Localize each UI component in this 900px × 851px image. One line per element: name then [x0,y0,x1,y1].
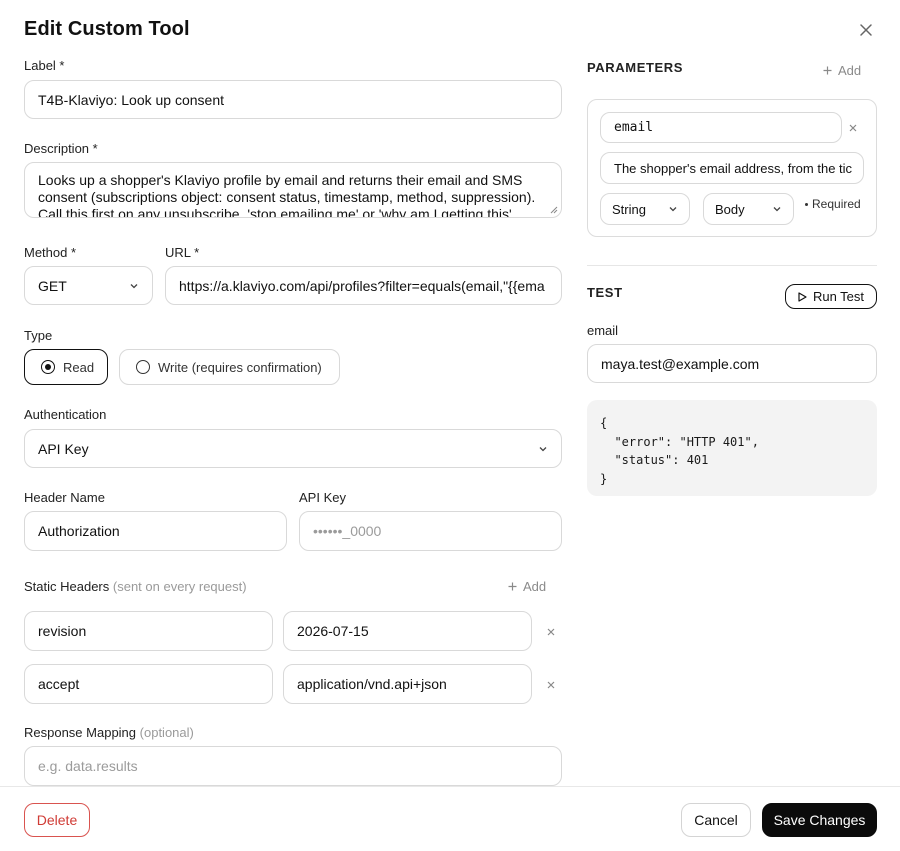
url-input[interactable]: https://a.klaviyo.com/api/profiles?filte… [165,266,562,305]
dialog-title: Edit Custom Tool [24,18,190,40]
type-option-read[interactable]: Read [24,349,108,385]
test-email-field-label: email [587,323,619,338]
test-heading: TEST [587,285,623,300]
radio-selected-icon [41,360,55,374]
plus-icon [823,66,832,75]
parameter-name-input[interactable]: email [600,112,842,143]
url-field-label: URL * [165,245,200,260]
method-select[interactable]: GET [24,266,153,305]
run-test-button[interactable]: Run Test [785,284,877,309]
parameter-required-label: Required [812,197,861,211]
response-mapping-input[interactable]: e.g. data.results [24,746,562,786]
parameter-required-toggle[interactable]: Required [805,197,861,211]
parameter-type-select[interactable]: String [600,193,690,225]
chevron-down-icon [773,207,781,212]
radio-unselected-icon [136,360,150,374]
label-field-label: Label * [24,58,65,73]
remove-icon[interactable] [544,678,558,692]
static-headers-label: Static Headers [24,579,110,594]
play-icon [798,291,807,302]
type-option-write[interactable]: Write (requires confirmation) [119,349,340,385]
add-parameter-label: Add [838,63,862,78]
resize-grip-icon[interactable] [549,205,558,214]
add-static-header-button[interactable]: Add [508,579,546,594]
chevron-down-icon [130,283,138,288]
method-field-label: Method * [24,245,77,260]
remove-icon[interactable] [846,121,860,135]
footer-divider [0,786,900,787]
type-field-label: Type [24,328,53,343]
close-icon[interactable] [852,16,880,44]
type-option-label: Read [63,359,95,375]
cancel-button[interactable]: Cancel [681,803,751,837]
description-field-label: Description * [24,141,98,156]
authentication-select-value: API Key [38,440,89,457]
test-output-line: } [600,471,608,486]
save-changes-button[interactable]: Save Changes [762,803,877,837]
header-name-input[interactable]: Authorization [24,511,287,551]
description-line: Call this first on any unsubscribe, 'sto… [38,206,512,218]
delete-button[interactable]: Delete [24,803,90,837]
parameter-location-value: Body [715,201,745,217]
test-output-line: { [600,416,608,430]
api-key-field-label: API Key [299,490,346,505]
section-divider [587,265,877,266]
description-line: consent (subscriptions object: consent s… [38,189,536,205]
method-select-value: GET [38,277,67,294]
response-mapping-hint: (optional) [139,725,194,740]
static-header-value-input[interactable]: application/vnd.api+json [283,664,532,704]
static-headers-field-label: Static Headers (sent on every request) [24,579,247,594]
label-input[interactable]: T4B-Klaviyo: Look up consent [24,80,562,119]
add-parameter-button[interactable]: Add [823,63,861,78]
static-headers-hint: (sent on every request) [112,579,247,594]
plus-icon [508,582,517,591]
description-textarea[interactable]: Looks up a shopper's Klaviyo profile by … [24,162,562,218]
description-line: Looks up a shopper's Klaviyo profile by … [38,172,523,188]
chevron-down-icon [669,207,677,212]
bullet-icon [805,202,808,206]
test-output-line: "status": 401 [600,453,709,467]
authentication-field-label: Authentication [24,407,107,422]
parameters-heading: PARAMETERS [587,60,684,75]
static-header-key-input[interactable]: revision [24,611,273,651]
static-header-value-input[interactable]: 2026-07-15 [283,611,532,651]
test-output-line: "error": "HTTP 401", [600,434,759,449]
type-option-label: Write (requires confirmation) [158,359,322,375]
header-name-field-label: Header Name [24,490,105,505]
add-static-header-label: Add [523,579,547,594]
test-email-input[interactable]: maya.test@example.com [587,344,877,383]
parameter-type-value: String [612,201,646,217]
chevron-down-icon [539,446,547,451]
response-mapping-label: Response Mapping [24,725,137,740]
run-test-label: Run Test [812,289,865,304]
parameter-description-input[interactable]: The shopper's email address, from the ti… [600,152,864,184]
parameter-location-select[interactable]: Body [703,193,794,225]
remove-icon[interactable] [544,625,558,639]
static-header-key-input[interactable]: accept [24,664,273,704]
authentication-select[interactable]: API Key [24,429,562,468]
test-output: { "error": "HTTP 401", "status": 401} [587,400,877,496]
api-key-input[interactable]: ••••••_0000 [299,511,562,551]
response-mapping-field-label: Response Mapping (optional) [24,725,194,740]
